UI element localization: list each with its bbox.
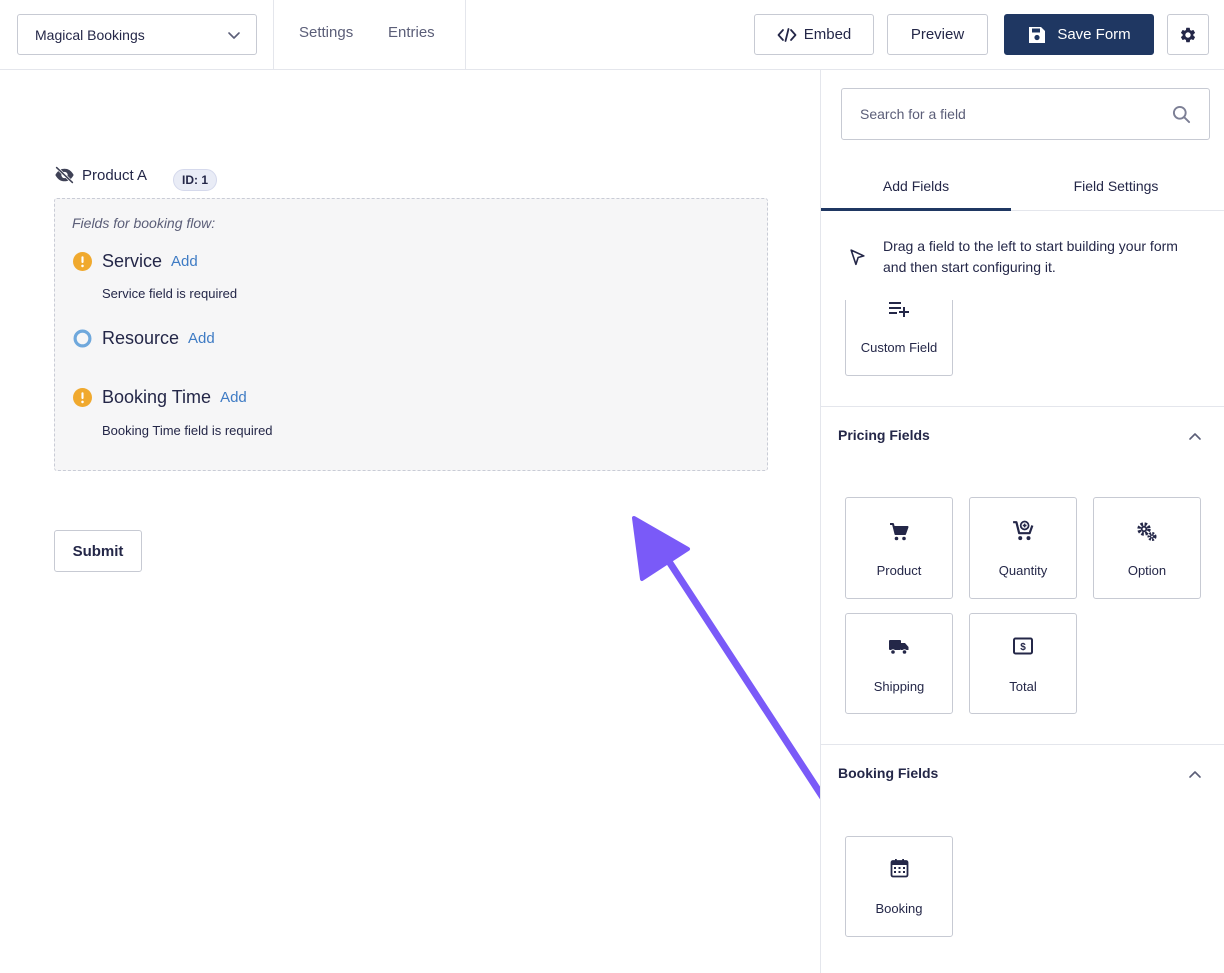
- product-field-header[interactable]: Product A: [54, 166, 147, 184]
- top-toolbar: Magical Bookings Settings Entries Embed …: [0, 0, 1224, 70]
- list-add-icon: [889, 302, 909, 317]
- cursor-pointer-icon: [850, 249, 865, 266]
- chevron-up-icon[interactable]: [1187, 766, 1203, 782]
- chevron-up-icon[interactable]: [1187, 428, 1203, 444]
- chevron-down-icon: [228, 32, 240, 39]
- pricing-fields-title: Pricing Fields: [838, 427, 930, 443]
- save-form-button[interactable]: Save Form: [1004, 14, 1154, 55]
- search-icon: [1172, 105, 1191, 124]
- form-selector[interactable]: Magical Bookings: [17, 14, 257, 55]
- tab-field-settings[interactable]: Field Settings: [1021, 170, 1211, 211]
- flow-item-booking-time: Booking Time Add: [73, 387, 247, 408]
- field-sidebar: Add Fields Field Settings Drag a field t…: [820, 70, 1224, 973]
- tile-label: Quantity: [998, 563, 1048, 578]
- preview-button[interactable]: Preview: [887, 14, 988, 55]
- warning-icon: [73, 252, 92, 271]
- nav-settings-link[interactable]: Settings: [299, 24, 353, 41]
- add-service-link[interactable]: Add: [171, 253, 198, 270]
- eye-slash-icon: [55, 166, 74, 184]
- flow-item-service: Service Add: [73, 251, 198, 272]
- floppy-disk-icon: [1029, 26, 1046, 43]
- embed-button-label: Embed: [803, 26, 852, 43]
- toolbar-divider: [273, 0, 274, 70]
- flow-item-name: Service: [102, 251, 163, 271]
- booking-fields-title: Booking Fields: [838, 765, 939, 781]
- circle-outline-icon: [73, 329, 92, 348]
- truck-icon: [889, 640, 909, 655]
- nav-entries-link[interactable]: Entries: [388, 24, 435, 41]
- form-selector-value: Magical Bookings: [35, 26, 145, 43]
- total-field-tile[interactable]: $ Total: [969, 613, 1077, 714]
- field-label: Product A: [82, 166, 148, 184]
- calendar-icon: [890, 859, 908, 878]
- dollar-box-icon: $: [1013, 637, 1033, 655]
- sidebar-hint: Drag a field to the left to start buildi…: [883, 238, 1178, 275]
- submit-button[interactable]: Submit: [54, 530, 142, 572]
- flow-item-resource: Resource Add: [73, 328, 215, 349]
- cogs-icon: [1137, 522, 1157, 542]
- form-settings-button[interactable]: [1167, 14, 1209, 55]
- booking-field-tile[interactable]: Booking: [845, 836, 953, 937]
- tile-label: Option: [1127, 563, 1167, 578]
- field-search-box[interactable]: [841, 88, 1210, 140]
- flow-item-name: Booking Time: [102, 387, 212, 407]
- cart-plus-icon: [1013, 520, 1034, 541]
- section-divider: [821, 406, 1224, 407]
- quantity-field-tile[interactable]: Quantity: [969, 497, 1077, 599]
- tile-label: Booking: [875, 901, 923, 916]
- option-field-tile[interactable]: Option: [1093, 497, 1201, 599]
- product-field-tile[interactable]: Product: [845, 497, 953, 599]
- section-divider: [821, 744, 1224, 745]
- booking-flow-title: Fields for booking flow:: [72, 215, 216, 231]
- field-id-badge: ID: 1: [173, 169, 218, 191]
- tile-label: Custom Field: [860, 340, 938, 355]
- field-search-input[interactable]: [860, 106, 1150, 122]
- flow-item-error: Booking Time field is required: [102, 423, 273, 438]
- custom-field-tile[interactable]: Custom Field: [845, 300, 953, 376]
- toolbar-divider: [465, 0, 466, 70]
- preview-button-label: Preview: [910, 26, 965, 43]
- shipping-field-tile[interactable]: Shipping: [845, 613, 953, 714]
- flow-item-name: Resource: [102, 328, 180, 348]
- warning-icon: [73, 388, 92, 407]
- sidebar-tabs: Add Fields Field Settings: [821, 170, 1224, 211]
- code-icon: [777, 27, 797, 42]
- svg-text:$: $: [1020, 642, 1026, 653]
- embed-button[interactable]: Embed: [754, 14, 874, 55]
- shopping-cart-icon: [890, 523, 909, 541]
- tile-label: Product: [876, 563, 922, 578]
- add-booking-time-link[interactable]: Add: [220, 389, 247, 406]
- tile-label: Shipping: [873, 679, 925, 694]
- gear-icon: [1180, 27, 1196, 42]
- add-resource-link[interactable]: Add: [188, 330, 215, 347]
- booking-flow-box: Fields for booking flow: Service Add Ser…: [54, 198, 768, 471]
- save-form-label: Save Form: [1057, 26, 1131, 43]
- flow-item-error: Service field is required: [102, 286, 238, 301]
- tile-label: Total: [1009, 679, 1037, 694]
- tab-add-fields[interactable]: Add Fields: [821, 170, 1011, 211]
